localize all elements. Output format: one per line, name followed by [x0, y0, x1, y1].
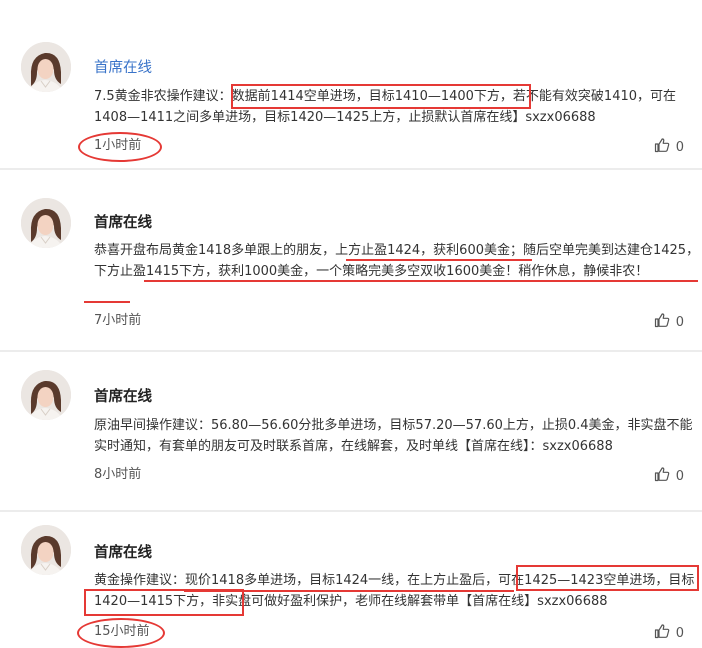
like-button[interactable]: 0 — [654, 466, 684, 488]
post-item: 首席在线 原油早间操作建议：56.80—56.60分批多单进场，目标57.20—… — [0, 352, 702, 510]
highlight-underline — [346, 259, 532, 261]
post-item: 首席在线 恭喜开盘布局黄金1418多单跟上的朋友，上方止盈1424，获利600美… — [0, 170, 702, 350]
thumbs-up-icon — [654, 466, 670, 488]
post-item: 首席在线 黄金操作建议：现价1418多单进场，目标1424一线，在上方止盈后，可… — [0, 512, 702, 648]
like-count: 0 — [675, 626, 684, 641]
like-button[interactable]: 0 — [654, 623, 684, 645]
thumbs-up-icon — [654, 312, 670, 334]
highlight-oval — [78, 132, 162, 162]
avatar-image — [21, 42, 71, 92]
highlight-underline — [144, 280, 698, 282]
thumbs-up-icon — [654, 623, 670, 645]
author-name[interactable]: 首席在线 — [94, 544, 152, 562]
author-name[interactable]: 首席在线 — [94, 388, 152, 406]
avatar[interactable] — [21, 370, 71, 420]
like-count: 0 — [675, 315, 684, 330]
post-content: 原油早间操作建议：56.80—56.60分批多单进场，目标57.20—57.60… — [94, 418, 693, 454]
author-name[interactable]: 首席在线 — [94, 214, 152, 232]
highlight-underline — [84, 301, 130, 303]
highlight-box — [516, 565, 699, 591]
like-count: 0 — [675, 140, 684, 155]
highlight-box — [84, 589, 244, 616]
like-button[interactable]: 0 — [654, 312, 684, 334]
post-item: 首席在线 7.5黄金非农操作建议：数据前1414空单进场，目标1410—1400… — [0, 0, 702, 168]
like-button[interactable]: 0 — [654, 137, 684, 159]
avatar[interactable] — [21, 198, 71, 248]
avatar-image — [21, 525, 71, 575]
post-content: 恭喜开盘布局黄金1418多单跟上的朋友，上方止盈1424，获利600美金；随后空… — [94, 243, 700, 279]
post-time: 8小时前 — [94, 467, 142, 482]
avatar[interactable] — [21, 42, 71, 92]
thumbs-up-icon — [654, 137, 670, 159]
avatar[interactable] — [21, 525, 71, 575]
post-time: 7小时前 — [94, 313, 142, 328]
post-feed: 首席在线 7.5黄金非农操作建议：数据前1414空单进场，目标1410—1400… — [0, 0, 702, 648]
highlight-oval — [77, 618, 165, 648]
avatar-image — [21, 370, 71, 420]
author-name[interactable]: 首席在线 — [94, 59, 152, 77]
highlight-box — [231, 84, 531, 109]
like-count: 0 — [675, 469, 684, 484]
avatar-image — [21, 198, 71, 248]
